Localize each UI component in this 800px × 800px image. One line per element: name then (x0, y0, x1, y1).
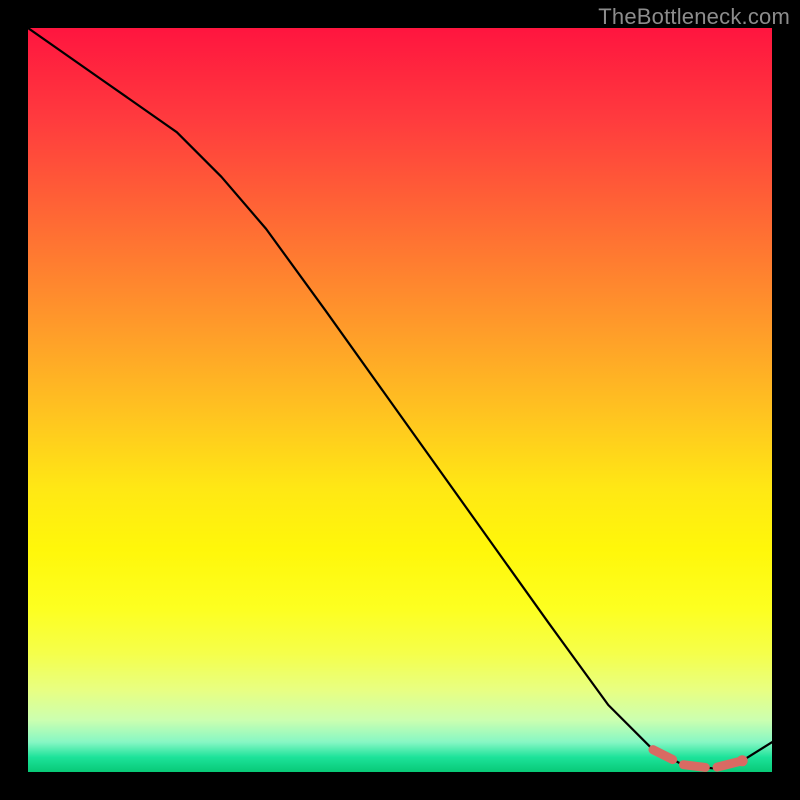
chart-svg (28, 28, 772, 772)
watermark: TheBottleneck.com (598, 4, 790, 30)
highlight-dashed-curve (653, 750, 742, 769)
highlight-end-dot (737, 755, 748, 766)
main-curve (28, 28, 772, 768)
